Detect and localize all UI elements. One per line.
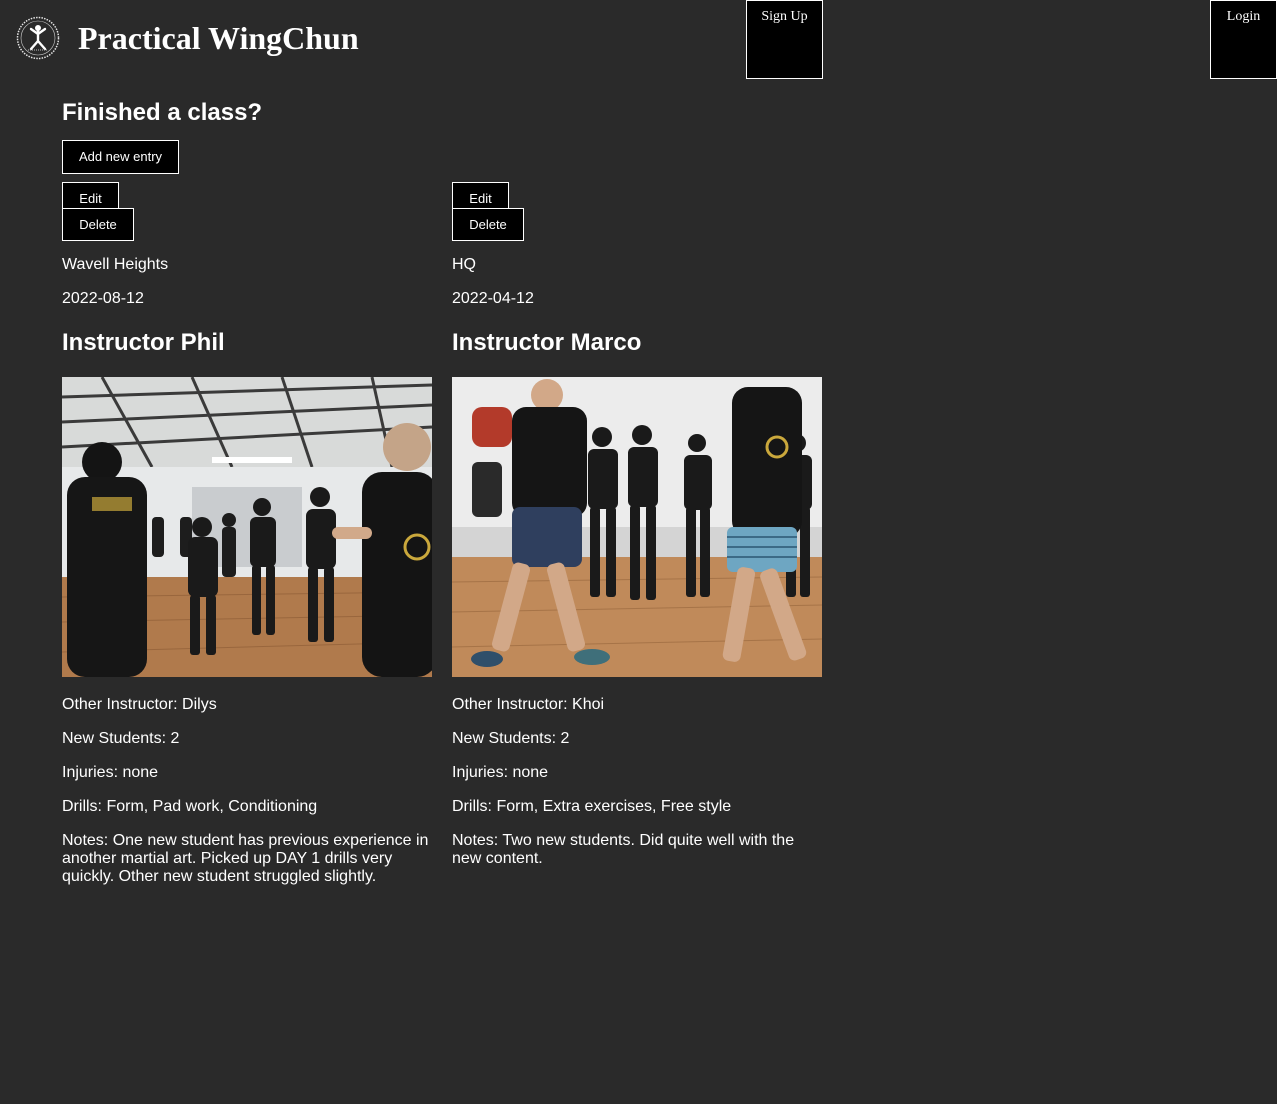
new-students-text: New Students: 2	[452, 730, 570, 747]
drills-text: Drills: Form, Pad work, Conditioning	[62, 798, 318, 815]
class-photo	[62, 377, 432, 677]
entry-instructor: Instructor Marco	[452, 329, 642, 356]
injuries-text: Injuries: none	[62, 764, 159, 781]
other-instructor-text: Other Instructor: Dilys	[62, 696, 217, 713]
site-title: Practical WingChun	[78, 20, 359, 56]
page-heading: Finished a class?	[62, 99, 263, 126]
delete-button[interactable]: Delete	[452, 208, 524, 241]
other-instructor-text: Other Instructor: Khoi	[452, 696, 605, 713]
login-button[interactable]: Login	[1210, 0, 1277, 79]
injuries-text: Injuries: none	[452, 764, 549, 781]
entry-date: 2022-04-12	[452, 290, 534, 307]
add-new-entry-button[interactable]: Add new entry	[62, 140, 179, 174]
entry-instructor: Instructor Phil	[62, 329, 225, 356]
notes-text: Notes: Two new students. Did quite well …	[452, 832, 795, 867]
drills-text: Drills: Form, Extra exercises, Free styl…	[452, 798, 732, 815]
delete-button[interactable]: Delete	[62, 208, 134, 241]
signup-button[interactable]: Sign Up	[746, 0, 823, 79]
entry-location: HQ	[452, 256, 476, 273]
entry-details: Other Instructor: Dilys New Students: 2 …	[62, 696, 432, 902]
entry-date: 2022-08-12	[62, 290, 144, 307]
entry-location: Wavell Heights	[62, 256, 169, 273]
new-students-text: New Students: 2	[62, 730, 180, 747]
notes-text: Notes: One new student has previous expe…	[62, 832, 429, 885]
entry-details: Other Instructor: Khoi New Students: 2 I…	[452, 696, 822, 884]
wingchun-logo-icon	[16, 16, 60, 60]
class-photo	[452, 377, 822, 677]
